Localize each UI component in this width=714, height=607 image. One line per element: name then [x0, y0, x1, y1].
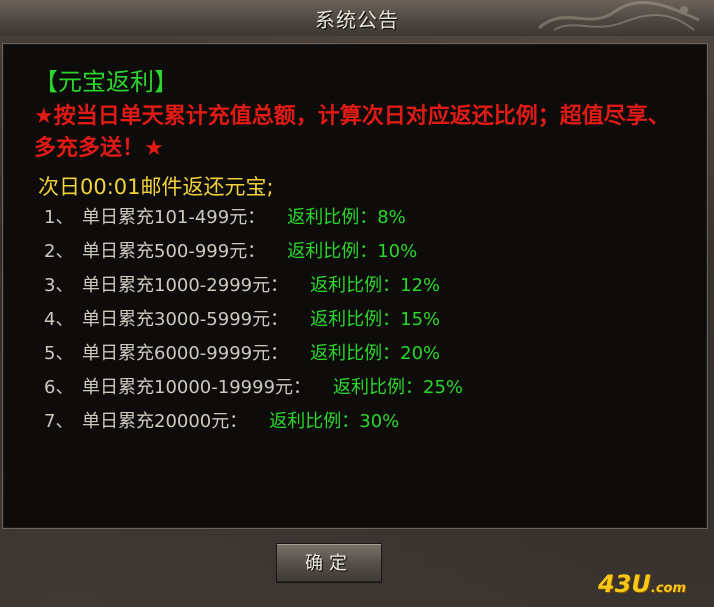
tier-index: 4、: [44, 309, 74, 330]
tier-desc: 单日累充10000-19999元：: [82, 377, 312, 398]
tier-item: 3、 单日累充1000-2999元： 返利比例：12%: [44, 274, 440, 298]
tier-rate: 返利比例：10%: [287, 241, 418, 262]
tier-rate: 返利比例：25%: [333, 377, 464, 398]
tier-index: 1、: [44, 207, 74, 228]
tier-desc: 单日累充1000-2999元：: [82, 275, 289, 296]
tier-item: 1、 单日累充101-499元： 返利比例：8%: [44, 206, 406, 230]
tier-index: 7、: [44, 411, 74, 432]
tier-item: 4、 单日累充3000-5999元： 返利比例：15%: [44, 308, 440, 332]
tier-desc: 单日累充500-999元：: [82, 241, 266, 262]
tier-desc: 单日累充20000元：: [82, 411, 248, 432]
tier-index: 6、: [44, 377, 74, 398]
site-watermark-logo: 43U.com: [598, 570, 686, 598]
dialog-window: 系统公告 【元宝返利】 ★按当日单天累计充值总额，计算次日对应返还比例；超值尽享…: [0, 0, 714, 607]
tier-desc: 单日累充6000-9999元：: [82, 343, 289, 364]
watermark-main: 43U: [598, 570, 651, 598]
tier-rate: 返利比例：15%: [310, 309, 441, 330]
mail-return-line: 次日00:01邮件返还元宝;: [38, 175, 274, 199]
tier-item: 6、 单日累充10000-19999元： 返利比例：25%: [44, 376, 463, 400]
tier-item: 5、 单日累充6000-9999元： 返利比例：20%: [44, 342, 440, 366]
tier-index: 3、: [44, 275, 74, 296]
notice-highlight: ★按当日单天累计充值总额，计算次日对应返还比例；超值尽享、多充多送！★: [34, 104, 670, 161]
tier-rate: 返利比例：12%: [310, 275, 441, 296]
watermark-domain: .com: [650, 581, 687, 596]
tier-index: 2、: [44, 241, 74, 262]
notice-heading: 【元宝返利】: [34, 68, 178, 96]
tier-desc: 单日累充101-499元：: [82, 207, 266, 228]
tier-item: 7、 单日累充20000元： 返利比例：30%: [44, 410, 399, 434]
tier-rate: 返利比例：20%: [310, 343, 441, 364]
confirm-button[interactable]: 确定: [276, 543, 382, 583]
tier-index: 5、: [44, 343, 74, 364]
tier-desc: 单日累充3000-5999元：: [82, 309, 289, 330]
tier-rate: 返利比例：30%: [269, 411, 400, 432]
tier-item: 2、 单日累充500-999元： 返利比例：10%: [44, 240, 417, 264]
title-bar[interactable]: 系统公告: [0, 0, 714, 36]
dragon-ornament-icon: [537, 0, 700, 31]
tier-rate: 返利比例：8%: [287, 207, 406, 228]
